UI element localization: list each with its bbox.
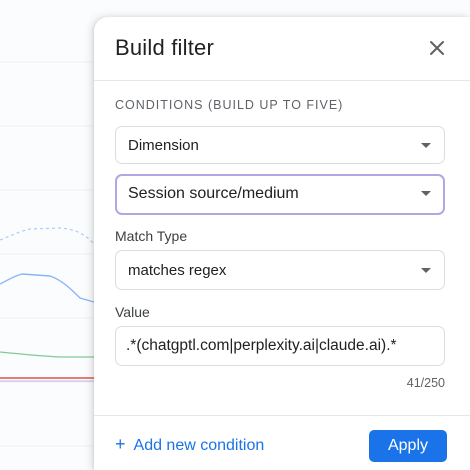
close-icon xyxy=(430,41,444,55)
panel-title: Build filter xyxy=(115,35,214,60)
add-new-condition-label: Add new condition xyxy=(133,437,265,454)
dropdown-arrow-icon xyxy=(421,268,431,273)
match-type-select-value: matches regex xyxy=(128,262,227,279)
character-counter: 41/250 xyxy=(406,376,445,390)
blue-series-line xyxy=(0,273,95,303)
build-filter-panel: Build filter CONDITIONS (BUILD UP TO FIV… xyxy=(94,17,470,470)
apply-button[interactable]: Apply xyxy=(369,430,447,462)
green-series-line xyxy=(0,351,94,358)
value-input[interactable] xyxy=(115,326,445,366)
dimension-value-select-value: Session source/medium xyxy=(128,185,299,202)
dashed-series-line xyxy=(0,227,95,245)
panel-header: Build filter xyxy=(94,17,470,81)
conditions-section-label: CONDITIONS (BUILD UP TO FIVE) xyxy=(115,98,344,112)
add-new-condition-button[interactable]: + Add new condition xyxy=(115,434,264,455)
match-type-select[interactable]: matches regex xyxy=(115,250,445,290)
dropdown-arrow-icon xyxy=(421,191,431,196)
panel-footer: + Add new condition Apply xyxy=(94,415,470,470)
dimension-value-select[interactable]: Session source/medium xyxy=(115,174,445,215)
match-type-label: Match Type xyxy=(115,228,188,244)
close-button[interactable] xyxy=(426,37,448,59)
dimension-select[interactable]: Dimension xyxy=(115,126,445,164)
value-label: Value xyxy=(115,304,150,320)
dropdown-arrow-icon xyxy=(421,143,431,148)
plus-icon: + xyxy=(115,434,126,454)
dimension-select-value: Dimension xyxy=(128,137,199,154)
